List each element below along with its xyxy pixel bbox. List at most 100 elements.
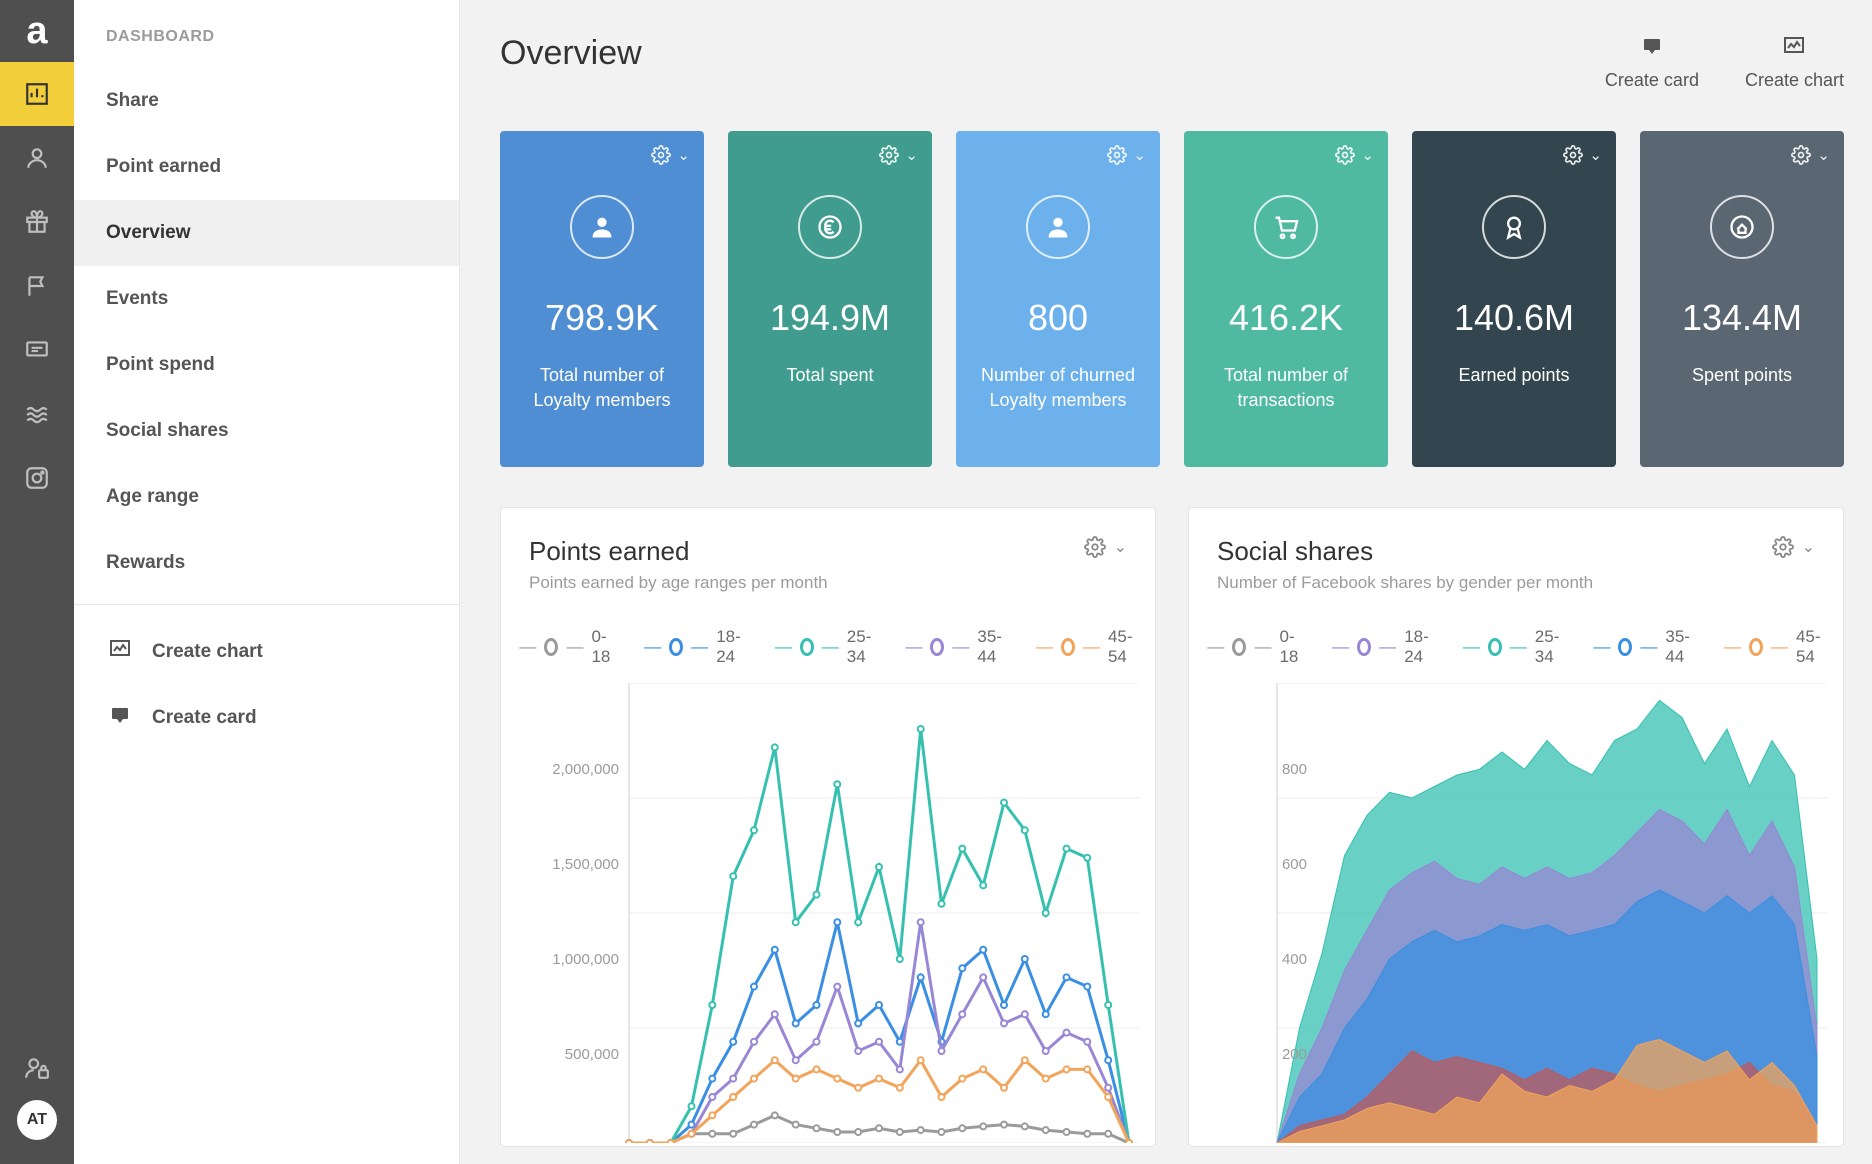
legend-item[interactable]: ——18-24: [1332, 627, 1433, 667]
main-content: Overview Create card Create chart ⌄ 798.9K…: [460, 0, 1872, 1164]
panel-settings-button[interactable]: ⌄: [1084, 536, 1127, 558]
legend-marker: [1061, 638, 1075, 656]
chart-icon: [1782, 34, 1806, 62]
user-avatar[interactable]: AT: [17, 1100, 57, 1140]
sidebar-item-overview[interactable]: Overview: [74, 200, 459, 266]
flag-icon[interactable]: [0, 254, 74, 318]
panel-settings-button[interactable]: ⌄: [1772, 536, 1815, 558]
card-label: Total number of Loyalty members: [500, 363, 704, 413]
card-settings-button[interactable]: ⌄: [1107, 145, 1146, 165]
panel-subtitle: Number of Facebook shares by gender per …: [1217, 573, 1593, 593]
sidebar-item-point-spend[interactable]: Point spend: [74, 332, 459, 398]
cart-icon: [1254, 195, 1318, 259]
card-settings-button[interactable]: ⌄: [1791, 145, 1830, 165]
sidebar-item-age-range[interactable]: Age range: [74, 464, 459, 530]
legend-label: 25-34: [847, 627, 876, 667]
card-value: 194.9M: [770, 297, 890, 339]
divider: [74, 604, 459, 605]
legend-item[interactable]: ——18-24: [644, 627, 745, 667]
card-label: Number of churned Loyalty members: [956, 363, 1160, 413]
points-earned-panel: Points earned Points earned by age range…: [500, 507, 1156, 1147]
legend-item[interactable]: ——45-54: [1036, 627, 1137, 667]
message-icon[interactable]: [0, 318, 74, 382]
sidebar-item-rewards[interactable]: Rewards: [74, 530, 459, 596]
legend-label: 18-24: [716, 627, 745, 667]
stat-card: ⌄ 800 Number of churned Loyalty members: [956, 131, 1160, 467]
home-icon: [1710, 195, 1774, 259]
legend-label: 45-54: [1796, 627, 1825, 667]
card-label: Spent points: [1680, 363, 1804, 388]
y-tick: 600: [1217, 856, 1307, 873]
sidebar-item-events[interactable]: Events: [74, 266, 459, 332]
legend-label: 18-24: [1404, 627, 1433, 667]
action-label: Create card: [1605, 70, 1699, 91]
waves-icon[interactable]: [0, 382, 74, 446]
legend-label: 0-18: [1279, 627, 1302, 667]
stat-card: ⌄ 798.9K Total number of Loyalty members: [500, 131, 704, 467]
legend-label: 35-44: [1665, 627, 1694, 667]
stat-card: ⌄416.2KTotal number of transactions: [1184, 131, 1388, 467]
legend-marker: [544, 638, 558, 656]
legend-marker: [1232, 638, 1246, 656]
chevron-down-icon: ⌄: [677, 146, 690, 164]
sidebar-action-create-card[interactable]: Create card: [74, 685, 459, 751]
legend-item[interactable]: ——45-54: [1724, 627, 1825, 667]
sidebar-item-social-shares[interactable]: Social shares: [74, 398, 459, 464]
sidebar-heading: DASHBOARD: [74, 0, 459, 68]
legend-label: 25-34: [1535, 627, 1564, 667]
legend-marker: [930, 638, 944, 656]
card-label: Earned points: [1446, 363, 1581, 388]
user-icon[interactable]: [0, 126, 74, 190]
panel-title: Social shares: [1217, 536, 1593, 567]
page-title: Overview: [500, 34, 642, 73]
user-lock-icon[interactable]: [0, 1036, 74, 1100]
y-tick: 1,500,000: [529, 856, 619, 873]
legend-marker: [669, 638, 683, 656]
top-action-create-card[interactable]: Create card: [1605, 34, 1699, 91]
gift-icon[interactable]: [0, 190, 74, 254]
legend-item[interactable]: ——35-44: [1593, 627, 1694, 667]
camera-icon[interactable]: [0, 446, 74, 510]
y-tick: 500,000: [529, 1046, 619, 1063]
card-settings-button[interactable]: ⌄: [1335, 145, 1374, 165]
card-label: Total spent: [774, 363, 885, 388]
legend-item[interactable]: ——0-18: [519, 627, 614, 667]
y-tick: 200: [1217, 1046, 1307, 1063]
card-icon: [106, 703, 134, 733]
person-icon: [1026, 195, 1090, 259]
legend-label: 0-18: [591, 627, 614, 667]
legend-item[interactable]: ——0-18: [1207, 627, 1302, 667]
sidebar-item-share[interactable]: Share: [74, 68, 459, 134]
legend-marker: [1618, 638, 1632, 656]
chart-svg: [1217, 683, 1827, 1143]
action-label: Create card: [152, 707, 257, 729]
card-value: 140.6M: [1454, 297, 1574, 339]
person-icon: [570, 195, 634, 259]
chevron-down-icon: ⌄: [1802, 537, 1815, 557]
card-value: 134.4M: [1682, 297, 1802, 339]
y-tick: 800: [1217, 761, 1307, 778]
legend-item[interactable]: ——25-34: [1463, 627, 1564, 667]
legend-item[interactable]: ——25-34: [775, 627, 876, 667]
card-settings-button[interactable]: ⌄: [879, 145, 918, 165]
chevron-down-icon: ⌄: [1361, 146, 1374, 164]
stat-card: ⌄ 140.6M Earned points: [1412, 131, 1616, 467]
euro-icon: [798, 195, 862, 259]
card-icon: [1640, 34, 1664, 62]
legend-item[interactable]: ——35-44: [905, 627, 1006, 667]
dashboard-icon[interactable]: [0, 62, 74, 126]
sidebar: DASHBOARD SharePoint earnedOverviewEvent…: [74, 0, 460, 1164]
card-value: 800: [1028, 297, 1088, 339]
card-value: 798.9K: [545, 297, 659, 339]
legend-label: 45-54: [1108, 627, 1137, 667]
action-label: Create chart: [1745, 70, 1844, 91]
card-settings-button[interactable]: ⌄: [651, 145, 690, 165]
chevron-down-icon: ⌄: [1817, 146, 1830, 164]
card-settings-button[interactable]: ⌄: [1563, 145, 1602, 165]
sidebar-item-point-earned[interactable]: Point earned: [74, 134, 459, 200]
panel-subtitle: Points earned by age ranges per month: [529, 573, 828, 593]
top-action-create-chart[interactable]: Create chart: [1745, 34, 1844, 91]
y-tick: 2,000,000: [529, 761, 619, 778]
legend-marker: [800, 638, 814, 656]
sidebar-action-create-chart[interactable]: Create chart: [74, 619, 459, 685]
